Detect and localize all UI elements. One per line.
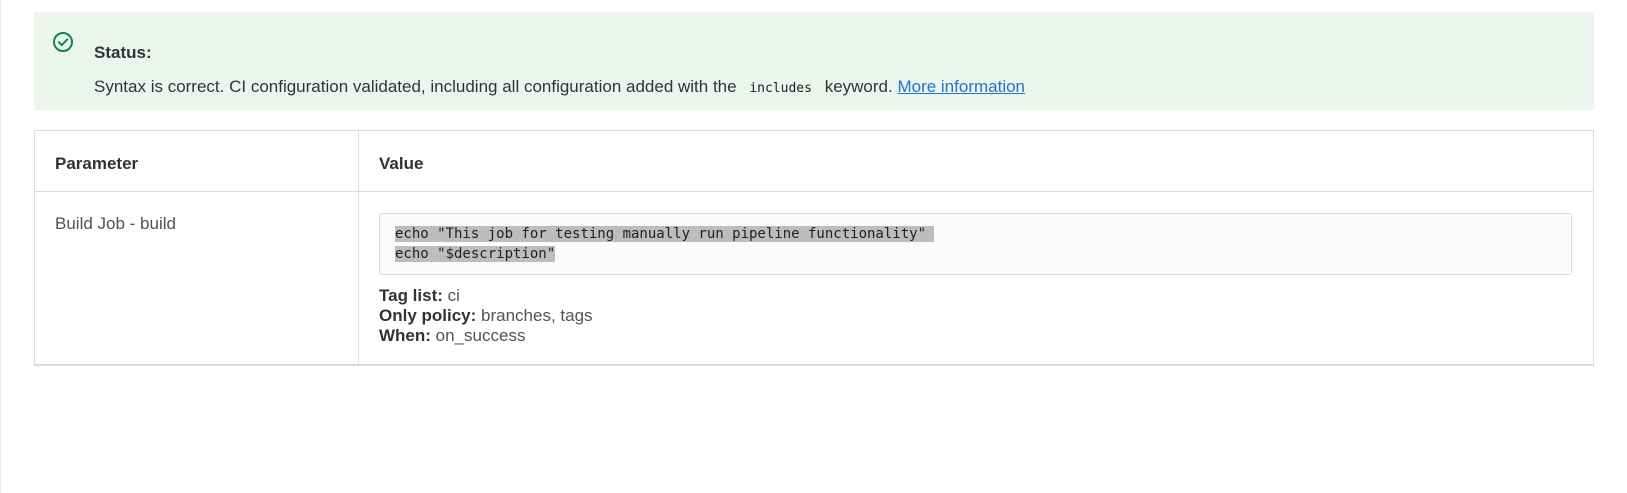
when-row: When: on_success	[379, 326, 593, 346]
status-alert: Status: Syntax is correct. CI configurat…	[34, 12, 1594, 110]
script-line: echo "$description"	[395, 246, 556, 262]
left-border	[0, 0, 1, 493]
script-line: echo "This job for testing manually run …	[395, 226, 935, 242]
tag-list-row: Tag list: ci	[379, 286, 593, 306]
job-details: Tag list: ci Only policy: branches, tags…	[379, 286, 593, 346]
more-information-link[interactable]: More information	[897, 77, 1025, 96]
status-message: Syntax is correct. CI configuration vali…	[94, 75, 1025, 101]
check-circle-icon	[52, 31, 74, 53]
script-code-block: echo "This job for testing manually run …	[379, 213, 1572, 275]
header-parameter: Parameter	[55, 154, 139, 173]
when-value: on_success	[435, 326, 526, 345]
lint-results-table: Parameter Value Build Job - build echo "…	[34, 130, 1594, 366]
only-policy-value: branches, tags	[481, 306, 593, 325]
parameter-cell: Build Job - build	[55, 214, 176, 233]
when-label: When:	[379, 326, 431, 345]
status-title: Status:	[94, 43, 152, 62]
only-policy-row: Only policy: branches, tags	[379, 306, 593, 326]
only-policy-label: Only policy:	[379, 306, 477, 325]
tag-list-label: Tag list:	[379, 286, 443, 305]
ci-lint-results: Status: Syntax is correct. CI configurat…	[0, 0, 1627, 493]
status-message-end: keyword.	[824, 77, 893, 96]
status-message-text: Syntax is correct. CI configuration vali…	[94, 77, 737, 96]
includes-keyword: includes	[744, 79, 817, 98]
tag-list-value: ci	[447, 286, 460, 305]
column-divider	[358, 131, 359, 364]
table-header: Parameter Value	[35, 131, 1593, 192]
header-value: Value	[379, 154, 424, 173]
